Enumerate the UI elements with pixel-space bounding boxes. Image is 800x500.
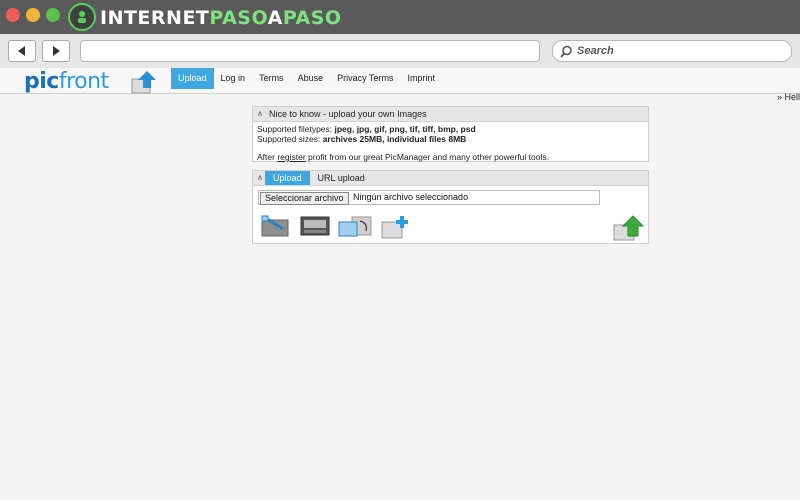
maximize-window-button[interactable] (46, 8, 60, 22)
menu-privacy-terms[interactable]: Privacy Terms (330, 68, 400, 89)
upload-tabs: Upload URL upload (265, 171, 373, 185)
search-icon (560, 45, 572, 58)
picfront-logo[interactable]: picfront (24, 69, 109, 94)
info-panel-title: Nice to know - upload your own Images (269, 109, 427, 119)
close-window-button[interactable] (6, 8, 20, 22)
edit-image-icon[interactable] (261, 215, 291, 237)
menu-upload[interactable]: Upload (171, 68, 214, 89)
browser-toolbar: Search (0, 34, 800, 69)
register-link[interactable]: register (277, 152, 305, 162)
file-status: Ningún archivo seleccionado (353, 192, 469, 202)
search-input[interactable]: Search (552, 40, 792, 62)
select-file-button[interactable]: Seleccionar archivo (260, 192, 349, 205)
menu-terms[interactable]: Terms (252, 68, 291, 89)
filetypes-line: Supported filetypes: jpeg, jpg, gif, png… (257, 124, 476, 134)
info-panel: ∧ Nice to know - upload your own Images … (252, 106, 649, 162)
menu-abuse[interactable]: Abuse (291, 68, 331, 89)
address-bar[interactable] (80, 40, 540, 62)
arrow-left-icon (18, 46, 25, 56)
frame-icon[interactable] (300, 215, 330, 237)
upload-logo-icon (131, 71, 156, 94)
collapse-icon[interactable]: ∧ (257, 173, 263, 182)
add-image-icon[interactable] (381, 215, 411, 239)
site-menu: Upload Log in Terms Abuse Privacy Terms … (171, 68, 442, 89)
menu-login[interactable]: Log in (214, 68, 253, 89)
internetpasoapaso-logo-icon (68, 3, 96, 31)
resize-icon[interactable] (338, 215, 372, 237)
search-placeholder: Search (577, 45, 614, 57)
sizes-line: Supported sizes: archives 25MB, individu… (257, 134, 467, 144)
back-button[interactable] (8, 40, 36, 62)
tab-upload[interactable]: Upload (265, 171, 310, 185)
register-line: After register profit from our great Pic… (257, 152, 549, 162)
menu-imprint[interactable]: Imprint (400, 68, 442, 89)
arrow-right-icon (53, 46, 60, 56)
upload-panel-header: ∧ Upload URL upload (253, 171, 648, 186)
minimize-window-button[interactable] (26, 8, 40, 22)
info-panel-header[interactable]: ∧ Nice to know - upload your own Images (253, 107, 648, 122)
file-input[interactable]: Seleccionar archivo Ningún archivo selec… (258, 190, 600, 205)
collapse-icon[interactable]: ∧ (257, 109, 263, 118)
watermark-brand: INTERNETPASOAPASO (100, 7, 342, 29)
info-panel-body: Supported filetypes: jpeg, jpg, gif, png… (253, 122, 648, 164)
hello-text: » Hell (776, 92, 800, 102)
tab-url-upload[interactable]: URL upload (310, 171, 373, 185)
upload-arrow-icon[interactable] (613, 215, 645, 241)
forward-button[interactable] (42, 40, 70, 62)
site-header: picfront Upload Log in Terms Abuse Priva… (0, 68, 800, 102)
upload-panel: ∧ Upload URL upload Seleccionar archivo … (252, 170, 649, 244)
window-titlebar: INTERNETPASOAPASO (0, 0, 800, 34)
